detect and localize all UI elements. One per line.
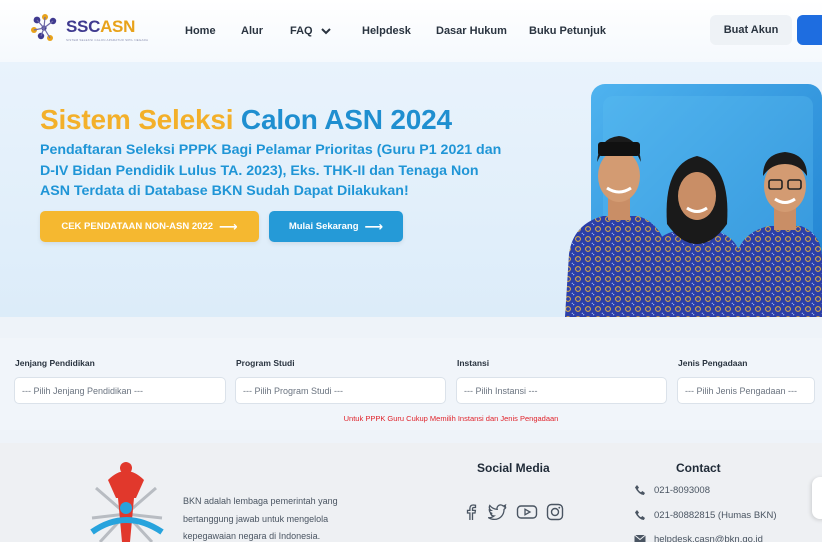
- logo-subtitle: SISTEM SELEKSI CALON APARATUR SIPIL NEGA…: [66, 37, 149, 42]
- mail-icon: [634, 534, 646, 542]
- register-button[interactable]: Buat Akun: [710, 15, 792, 45]
- phone-icon: [635, 510, 645, 520]
- instagram-icon[interactable]: [546, 503, 564, 521]
- label-jenjang-pendidikan: Jenjang Pendidikan: [15, 358, 95, 368]
- login-button[interactable]: [797, 15, 822, 45]
- youtube-icon[interactable]: [516, 503, 538, 521]
- hero-people-illustration: [565, 84, 822, 317]
- top-navbar: SSCASN SISTEM SELEKSI CALON APARATUR SIP…: [0, 0, 822, 62]
- nav-helpdesk[interactable]: Helpdesk: [362, 25, 411, 37]
- floating-side-tab[interactable]: [812, 477, 822, 519]
- nav-faq-label: FAQ: [290, 25, 313, 37]
- start-now-button[interactable]: Mulai Sekarang ⟶: [269, 211, 403, 242]
- contact-phone-1: 021-8093008: [634, 484, 710, 496]
- facebook-icon[interactable]: [462, 503, 480, 521]
- arrow-right-icon: ⟶: [219, 219, 238, 234]
- nav-home[interactable]: Home: [185, 25, 216, 37]
- label-instansi: Instansi: [457, 358, 490, 368]
- contact-phone-1-text: 021-8093008: [654, 484, 710, 496]
- logo-text: SSCASN: [66, 16, 136, 36]
- hero-description: Pendaftaran Seleksi PPPK Bagi Pelamar Pr…: [40, 142, 502, 199]
- check-non-asn-button[interactable]: CEK PENDATAAN NON-ASN 2022 ⟶: [40, 211, 259, 242]
- select-instansi[interactable]: --- Pilih Instansi ---: [456, 377, 667, 404]
- select-jenjang-pendidikan[interactable]: --- Pilih Jenjang Pendidikan ---: [14, 377, 226, 404]
- social-media-heading: Social Media: [477, 461, 550, 475]
- twitter-icon[interactable]: [488, 503, 508, 521]
- bkn-logo-icon: [90, 462, 164, 542]
- contact-heading: Contact: [676, 461, 721, 475]
- select-program-studi-placeholder: --- Pilih Program Studi ---: [243, 385, 344, 396]
- hero-title-part2: Calon ASN 2024: [240, 104, 452, 135]
- contact-phone-2: 021-80882815 (Humas BKN): [634, 509, 777, 521]
- hero-section: Sistem Seleksi Calon ASN 2024 Pendaftara…: [0, 62, 822, 317]
- select-jenis-pengadaan-placeholder: --- Pilih Jenis Pengadaan ---: [685, 385, 798, 396]
- select-program-studi[interactable]: --- Pilih Program Studi ---: [235, 377, 446, 404]
- select-jenjang-pendidikan-placeholder: --- Pilih Jenjang Pendidikan ---: [22, 385, 144, 396]
- start-now-label: Mulai Sekarang: [288, 221, 359, 232]
- check-non-asn-label: CEK PENDATAAN NON-ASN 2022: [61, 221, 214, 232]
- sscasn-logo[interactable]: SSCASN SISTEM SELEKSI CALON APARATUR SIP…: [28, 12, 148, 46]
- label-program-studi: Program Studi: [236, 358, 295, 368]
- nav-faq[interactable]: FAQ: [290, 25, 331, 37]
- footer-about-text: BKN adalah lembaga pemerintah yang berta…: [183, 496, 338, 541]
- label-jenis-pengadaan: Jenis Pengadaan: [678, 358, 748, 368]
- sscasn-logo-icon: [31, 14, 57, 41]
- select-jenis-pengadaan[interactable]: --- Pilih Jenis Pengadaan ---: [677, 377, 815, 404]
- contact-phone-2-text: 021-80882815 (Humas BKN): [654, 509, 777, 521]
- hero-title-part1: Sistem Seleksi: [40, 104, 234, 135]
- contact-email-text: helpdesk.casn@bkn.go.id: [654, 533, 763, 542]
- select-instansi-placeholder: --- Pilih Instansi ---: [464, 385, 538, 396]
- arrow-right-icon: ⟶: [364, 219, 384, 234]
- phone-icon: [635, 485, 645, 495]
- nav-alur[interactable]: Alur: [241, 25, 263, 37]
- hero-title: Sistem Seleksi Calon ASN 2024: [40, 104, 452, 136]
- nav-dasar-hukum[interactable]: Dasar Hukum: [436, 25, 507, 37]
- chevron-down-icon: [320, 28, 331, 35]
- social-icons: [462, 503, 564, 521]
- contact-email: helpdesk.casn@bkn.go.id: [634, 533, 763, 542]
- nav-buku-petunjuk[interactable]: Buku Petunjuk: [529, 25, 606, 37]
- filter-note: Untuk PPPK Guru Cukup Memilih Instansi d…: [343, 414, 559, 423]
